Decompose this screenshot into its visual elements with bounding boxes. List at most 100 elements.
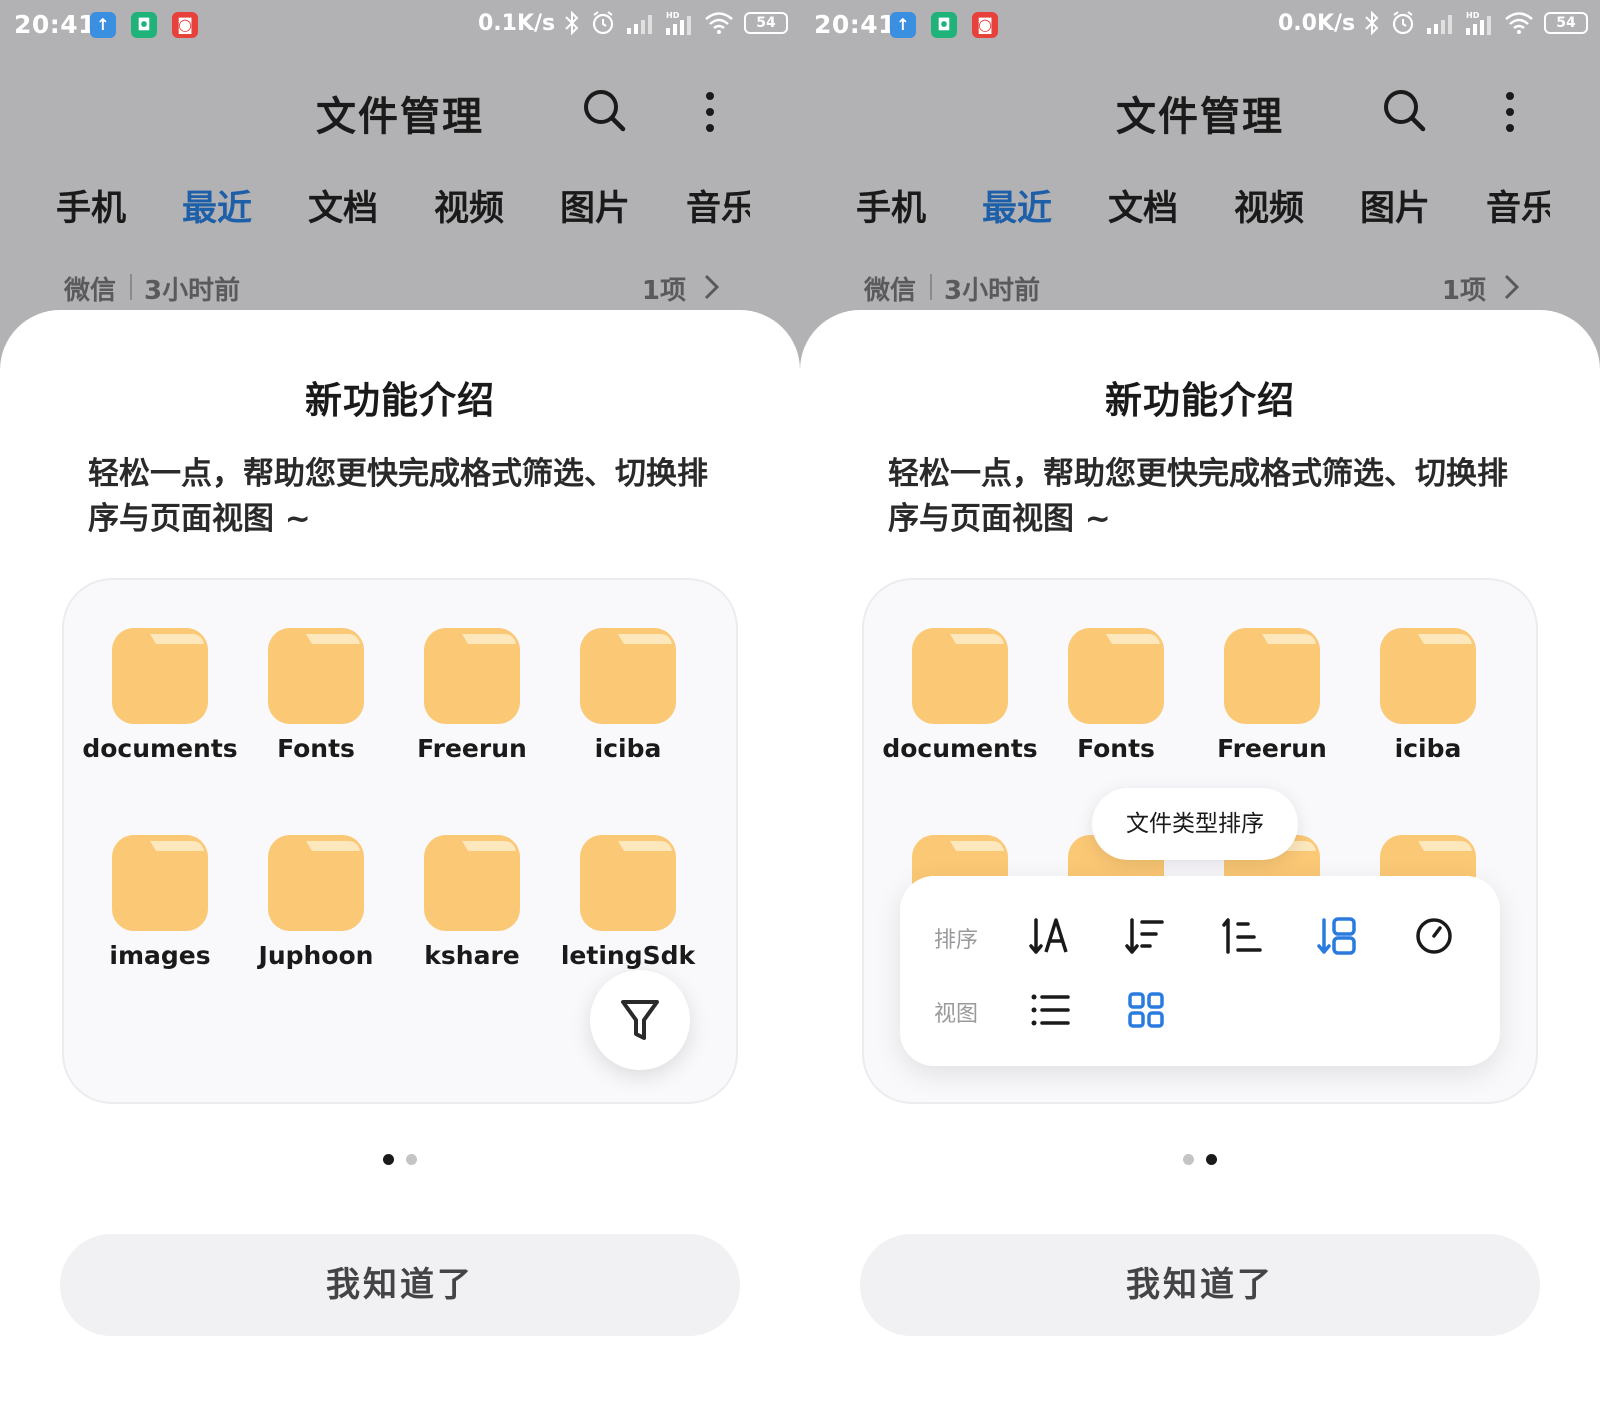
shield-notification-icon: ◘ (131, 12, 157, 38)
sheet-title: 新功能介绍 (1105, 379, 1295, 422)
folder-label: kshare (424, 941, 520, 970)
tab-images[interactable]: 图片 (560, 180, 630, 230)
red-app-notification-icon: ◙ (972, 12, 998, 38)
more-options-icon[interactable] (695, 90, 725, 134)
sheet-description: 轻松一点，帮助您更快完成格式筛选、切换排序与页面视图 ~ (888, 456, 1508, 537)
recent-source: 微信 (64, 276, 117, 306)
folder-icon (112, 835, 208, 931)
recent-source: 微信 (864, 276, 917, 306)
battery-indicator: 54 (744, 12, 788, 34)
filter-funnel-icon (621, 1000, 659, 1040)
shield-notification-icon: ◘ (931, 12, 957, 38)
tab-documents[interactable]: 文档 (308, 180, 378, 230)
feature-preview: documents Fonts Freerun iciba 文件类型排序 排序 … (862, 578, 1538, 1104)
divider (130, 274, 132, 300)
tab-recent[interactable]: 最近 (182, 180, 252, 230)
folder-label: iciba (1394, 734, 1462, 763)
alarm-icon (1392, 11, 1414, 35)
folder-label: Fonts (1077, 734, 1155, 763)
status-bar: 20:41 ↑ ◘ ◙ 0.1K/s HD 54 (0, 0, 800, 52)
search-icon[interactable] (580, 86, 628, 134)
sort-by-size-icon[interactable] (1124, 914, 1168, 958)
sort-by-name-icon[interactable] (1028, 914, 1072, 958)
wifi-icon (1505, 12, 1533, 34)
folder-icon (268, 628, 364, 724)
signal-1-icon (1427, 15, 1452, 34)
folder-label: Fonts (277, 734, 355, 763)
page-indicator (800, 1150, 1600, 1165)
folder-label: images (109, 941, 211, 970)
recent-group-header[interactable]: 微信 3小时前 1项 (64, 270, 744, 310)
app-title: 文件管理 (1116, 94, 1284, 140)
recent-group-header[interactable]: 微信 3小时前 1项 (864, 270, 1544, 310)
sort-by-time-icon[interactable] (1412, 914, 1456, 958)
feature-intro-sheet: 新功能介绍 轻松一点，帮助您更快完成格式筛选、切换排序与页面视图 ~ docum… (0, 310, 800, 1422)
search-icon[interactable] (1380, 86, 1428, 134)
recent-time: 3小时前 (144, 276, 241, 306)
recent-time: 3小时前 (944, 276, 1041, 306)
recent-count: 1项 (641, 276, 686, 306)
upload-notification-icon: ↑ (90, 12, 116, 38)
screen-2: 20:41 ↑ ◘ ◙ 0.0K/s HD 54 文件管理 手机 最近 文档 视… (800, 0, 1600, 1422)
category-tabs: 手机 最近 文档 视频 图片 音乐 (800, 180, 1550, 230)
view-label: 视图 (934, 1002, 979, 1027)
screen-1: 20:41 ↑ ◘ ◙ 0.1K/s HD 54 文件管理 手机 最近 文档 视… (0, 0, 800, 1422)
sort-view-panel: 排序 视图 (900, 876, 1500, 1066)
folder-label: documents (82, 734, 238, 763)
got-it-button[interactable]: 我知道了 (60, 1234, 740, 1336)
tab-recent[interactable]: 最近 (982, 180, 1052, 230)
network-speed: 0.0K/s (1278, 11, 1356, 36)
folder-label: letingSdk (560, 941, 696, 970)
page-dot (406, 1154, 417, 1165)
page-dot-active (1206, 1154, 1217, 1165)
sort-tooltip: 文件类型排序 (1092, 788, 1298, 860)
screens-container: 20:41 ↑ ◘ ◙ 0.1K/s HD 54 文件管理 手机 最近 文档 视… (0, 0, 1600, 1422)
status-icons: HD 54 (564, 10, 788, 36)
page-dot (1183, 1154, 1194, 1165)
folder-icon (1380, 628, 1476, 724)
svg-text:HD: HD (1466, 11, 1480, 20)
tab-documents[interactable]: 文档 (1108, 180, 1178, 230)
tab-images[interactable]: 图片 (1360, 180, 1430, 230)
bluetooth-icon (565, 10, 579, 36)
tab-videos[interactable]: 视频 (1234, 180, 1304, 230)
sort-by-file-type-icon[interactable] (1316, 914, 1360, 958)
filter-button[interactable] (590, 970, 690, 1070)
sort-label: 排序 (934, 928, 979, 953)
battery-indicator: 54 (1544, 12, 1588, 34)
sheet-description: 轻松一点，帮助您更快完成格式筛选、切换排序与页面视图 ~ (88, 456, 708, 537)
folder-icon (424, 835, 520, 931)
folder-icon (424, 628, 520, 724)
folder-label: documents (882, 734, 1038, 763)
red-app-notification-icon: ◙ (172, 12, 198, 38)
status-bar: 20:41 ↑ ◘ ◙ 0.0K/s HD 54 (800, 0, 1600, 52)
page-indicator (0, 1150, 800, 1165)
network-speed: 0.1K/s (478, 11, 556, 36)
feature-intro-sheet: 新功能介绍 轻松一点，帮助您更快完成格式筛选、切换排序与页面视图 ~ docum… (800, 310, 1600, 1422)
alarm-icon (592, 11, 614, 35)
wifi-icon (705, 12, 733, 34)
app-title: 文件管理 (316, 94, 484, 140)
got-it-button[interactable]: 我知道了 (860, 1234, 1540, 1336)
folder-icon (1068, 628, 1164, 724)
tab-videos[interactable]: 视频 (434, 180, 504, 230)
more-options-icon[interactable] (1495, 90, 1525, 134)
list-view-icon[interactable] (1028, 988, 1072, 1032)
folder-icon (112, 628, 208, 724)
tab-music[interactable]: 音乐 (686, 180, 750, 230)
chevron-right-icon (1504, 274, 1520, 300)
tab-phone[interactable]: 手机 (56, 180, 126, 230)
folder-icon (1224, 628, 1320, 724)
signal-hd-icon: HD (666, 11, 691, 35)
tab-music[interactable]: 音乐 (1486, 180, 1550, 230)
grid-view-icon[interactable] (1124, 988, 1168, 1032)
signal-hd-icon: HD (1466, 11, 1491, 35)
category-tabs: 手机 最近 文档 视频 图片 音乐 (0, 180, 750, 230)
page-dot-active (383, 1154, 394, 1165)
status-time: 20:41 (14, 10, 97, 39)
feature-preview: documents Fonts Freerun iciba images Jup… (62, 578, 738, 1104)
sort-by-type-ascending-icon[interactable] (1220, 914, 1264, 958)
folder-icon (580, 835, 676, 931)
status-icons: HD 54 (1364, 10, 1588, 36)
tab-phone[interactable]: 手机 (856, 180, 926, 230)
